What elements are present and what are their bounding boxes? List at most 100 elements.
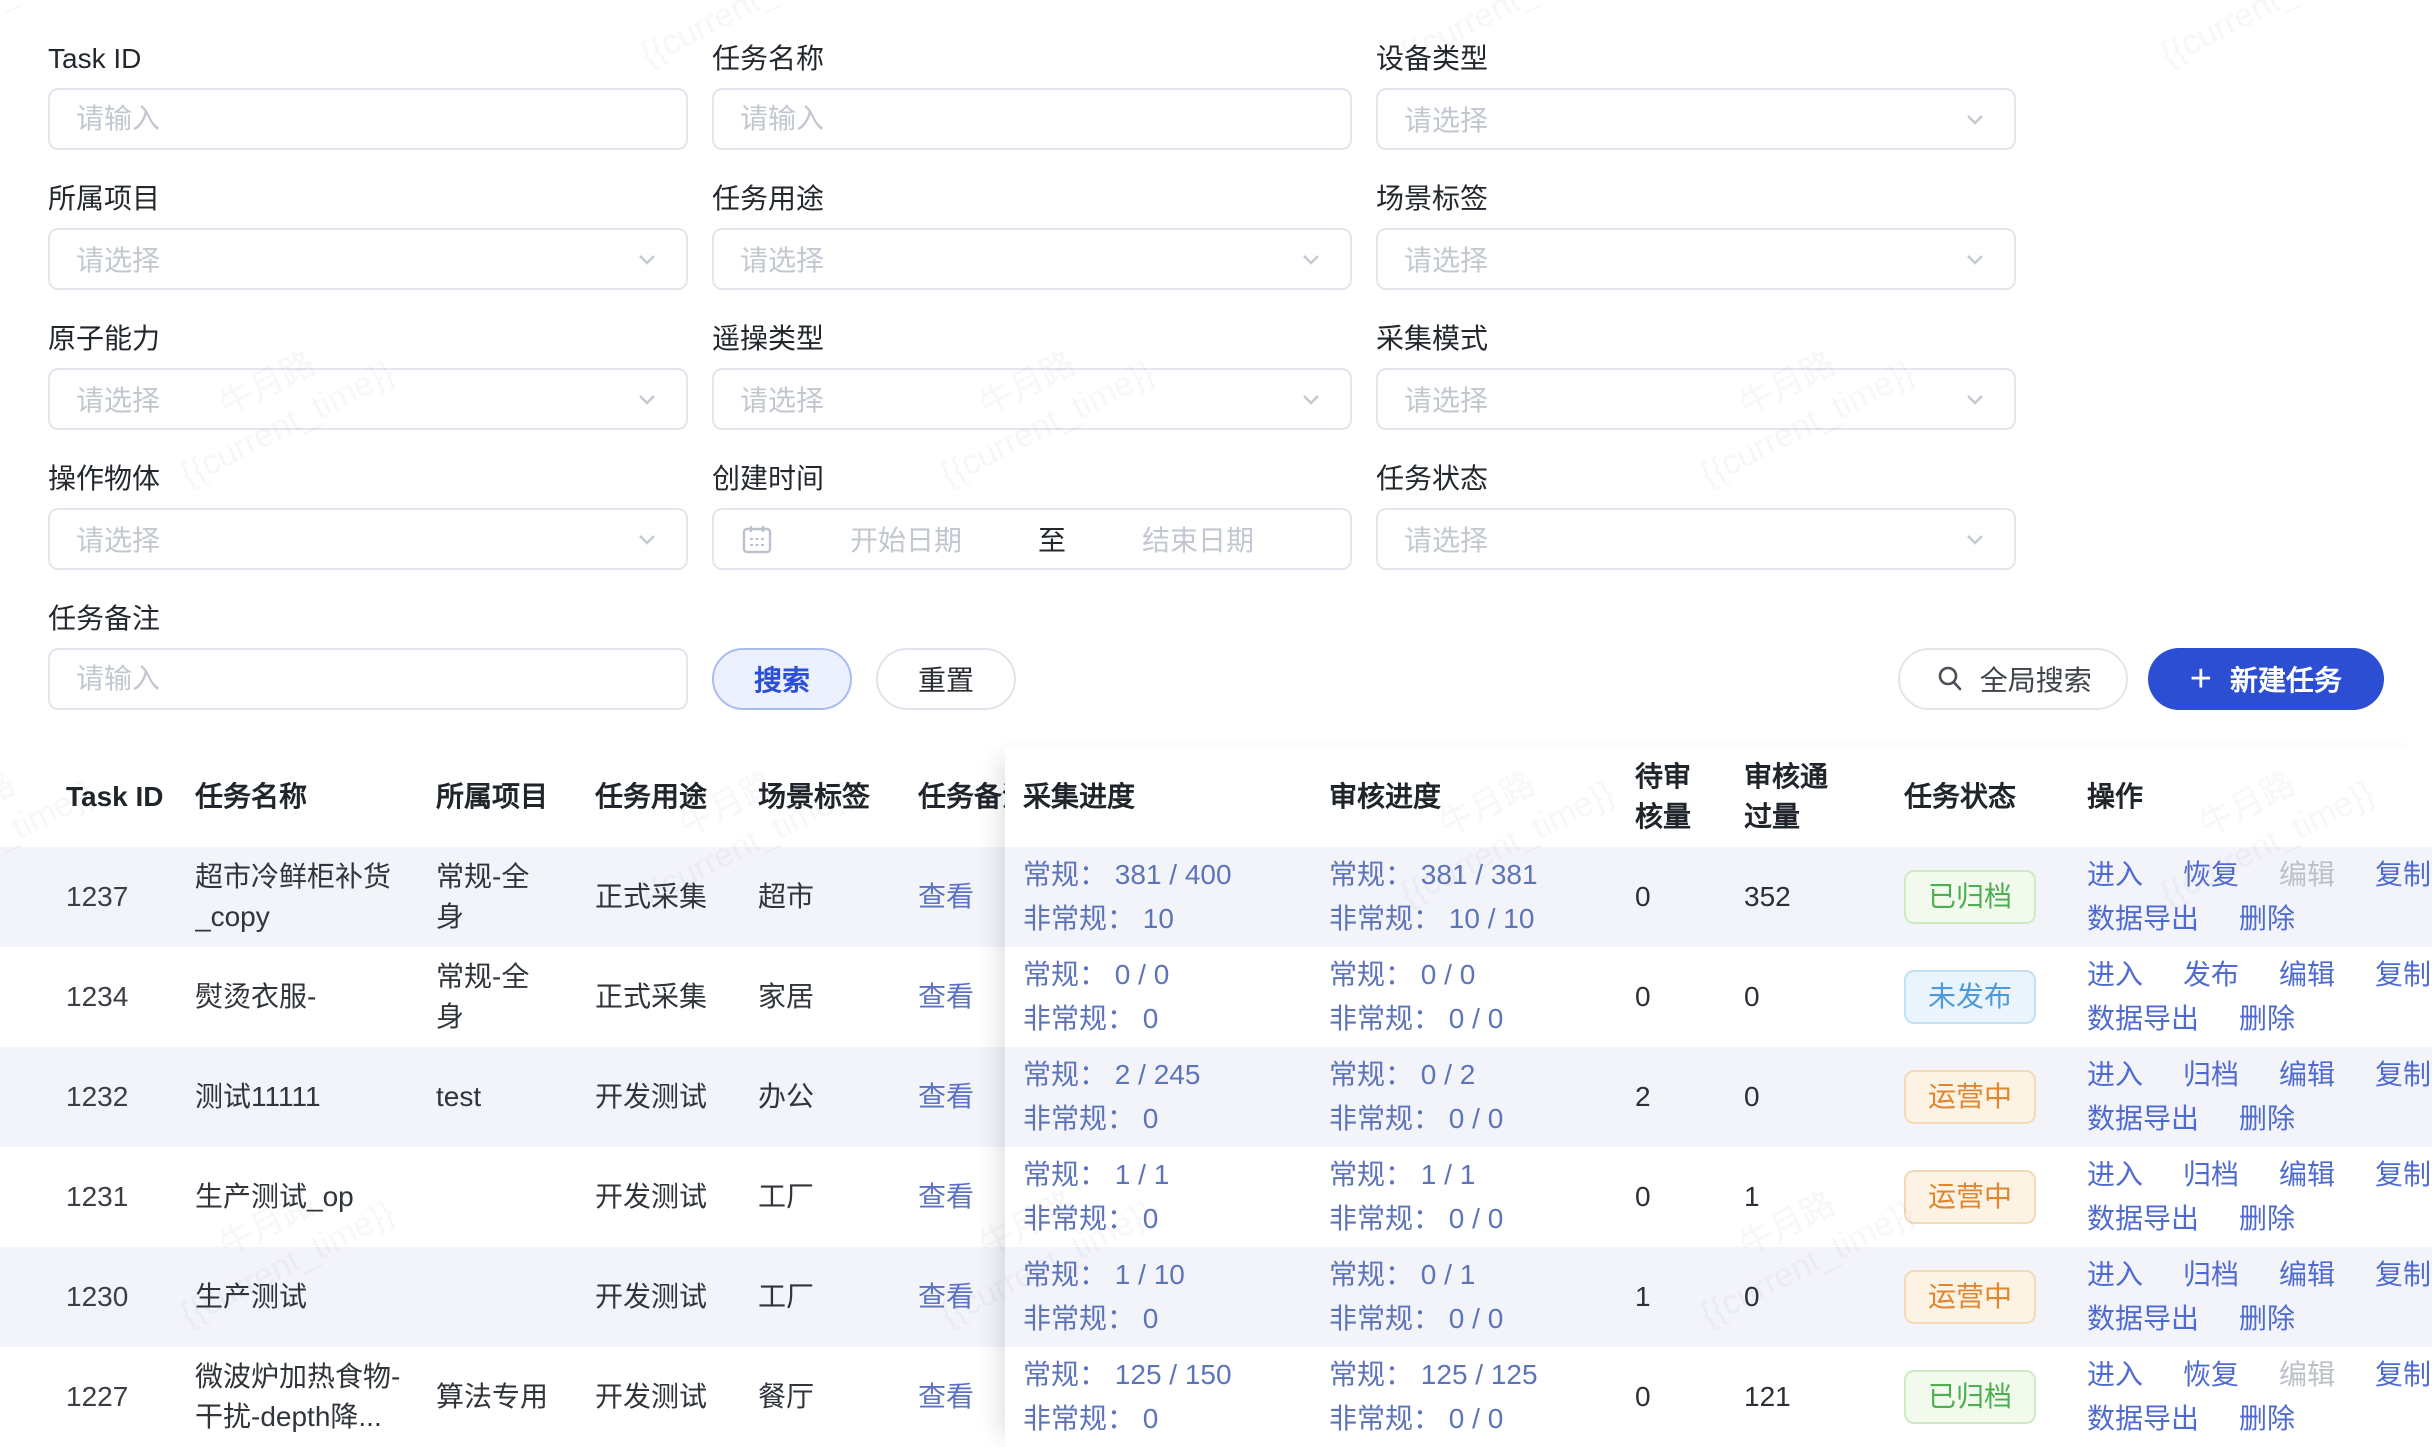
remark-view-link[interactable]: 查看 xyxy=(918,881,974,912)
filter-scene-tag-label: 场景标签 xyxy=(1376,182,2016,216)
op-link[interactable]: 复制 xyxy=(2375,1153,2431,1197)
op-link[interactable]: 编辑 xyxy=(2279,953,2335,997)
header-collect-progress: 采集进度 xyxy=(1023,777,1329,817)
op-link[interactable]: 进入 xyxy=(2087,1353,2143,1397)
remark-view-link[interactable]: 查看 xyxy=(918,981,974,1012)
calendar-icon xyxy=(740,522,774,556)
cell-task-name: 微波炉加热食物-干扰-depth降... xyxy=(195,1357,436,1437)
cell-approved-count: 0 xyxy=(1744,977,1904,1017)
op-link[interactable]: 数据导出 xyxy=(2087,1297,2199,1341)
filter-input-box[interactable] xyxy=(712,88,1352,150)
op-link[interactable]: 编辑 xyxy=(2279,1153,2335,1197)
global-search-button[interactable]: 全局搜索 xyxy=(1898,648,2128,710)
search-button[interactable]: 搜索 xyxy=(712,648,852,710)
op-link[interactable]: 数据导出 xyxy=(2087,1197,2199,1241)
header-task-name: 任务名称 xyxy=(195,777,436,817)
cell-purpose: 开发测试 xyxy=(595,1377,758,1417)
op-link[interactable]: 复制 xyxy=(2375,853,2431,897)
op-link[interactable]: 删除 xyxy=(2239,1097,2295,1141)
op-link[interactable]: 进入 xyxy=(2087,853,2143,897)
remark-view-link[interactable]: 查看 xyxy=(918,1381,974,1412)
op-link[interactable]: 删除 xyxy=(2239,1297,2295,1341)
remark-view-link[interactable]: 查看 xyxy=(918,1081,974,1112)
cell-task-id: 1227 xyxy=(66,1377,195,1417)
filter-collect-mode-select[interactable]: 请选择 xyxy=(1376,368,2016,430)
op-link[interactable]: 数据导出 xyxy=(2087,1397,2199,1441)
cell-operations: 进入归档编辑复制 数据导出删除 xyxy=(2087,1053,2432,1141)
filter-scene-tag-select[interactable]: 请选择 xyxy=(1376,228,2016,290)
filter-task-purpose-select[interactable]: 请选择 xyxy=(712,228,1352,290)
filter-task-id-input[interactable] xyxy=(76,103,660,135)
reset-button[interactable]: 重置 xyxy=(876,648,1016,710)
op-link[interactable]: 删除 xyxy=(2239,997,2295,1041)
op-link[interactable]: 删除 xyxy=(2239,1397,2295,1441)
table-row-fixed: 常规： 0 / 0 非常规： 0 常规： 0 / 0 非常规： 0 / 0 0 … xyxy=(1005,947,2432,1047)
op-link[interactable]: 归档 xyxy=(2183,1253,2239,1297)
filter-create-time-label: 创建时间 xyxy=(712,462,1352,496)
op-link[interactable]: 删除 xyxy=(2239,1197,2295,1241)
filter-teleop-type-select[interactable]: 请选择 xyxy=(712,368,1352,430)
cell-pending-count: 0 xyxy=(1635,977,1744,1017)
header-approved-count: 审核通过量 xyxy=(1744,757,1904,837)
chevron-down-icon xyxy=(634,246,660,272)
op-link[interactable]: 发布 xyxy=(2183,953,2239,997)
cell-scene-tag: 办公 xyxy=(758,1077,918,1117)
remark-filter-slot: 任务备注 xyxy=(48,602,688,710)
op-link[interactable]: 复制 xyxy=(2375,953,2431,997)
filter-field: 所属项目 请选择 xyxy=(48,182,688,290)
filter-atomic-ability-select[interactable]: 请选择 xyxy=(48,368,688,430)
op-link[interactable]: 删除 xyxy=(2239,897,2295,941)
cell-review-progress: 常规： 0 / 0 非常规： 0 / 0 xyxy=(1329,953,1635,1041)
cell-task-id: 1232 xyxy=(66,1077,195,1117)
filter-object-select[interactable]: 请选择 xyxy=(48,508,688,570)
global-search-label: 全局搜索 xyxy=(1980,659,2092,699)
select-placeholder: 请选择 xyxy=(740,379,824,419)
cell-approved-count: 0 xyxy=(1744,1077,1904,1117)
end-date-placeholder[interactable]: 结束日期 xyxy=(1072,519,1324,559)
filter-task-name-label: 任务名称 xyxy=(712,42,1352,76)
op-link[interactable]: 进入 xyxy=(2087,1053,2143,1097)
cell-purpose: 开发测试 xyxy=(595,1277,758,1317)
op-link[interactable]: 复制 xyxy=(2375,1053,2431,1097)
op-link[interactable]: 恢复 xyxy=(2183,853,2239,897)
filter-daterange[interactable]: 开始日期 至 结束日期 xyxy=(712,508,1352,570)
op-link[interactable]: 数据导出 xyxy=(2087,897,2199,941)
filter-task-name-input[interactable] xyxy=(740,103,1324,135)
header-purpose: 任务用途 xyxy=(595,777,758,817)
op-link[interactable]: 编辑 xyxy=(2279,1053,2335,1097)
header-operations: 操作 xyxy=(2087,777,2432,817)
select-placeholder: 请选择 xyxy=(76,379,160,419)
op-link[interactable]: 复制 xyxy=(2375,1353,2431,1397)
plus-icon: + xyxy=(2190,660,2212,698)
cell-project: 常规-全身 xyxy=(436,857,595,937)
filter-input-box[interactable] xyxy=(48,648,688,710)
op-link[interactable]: 归档 xyxy=(2183,1153,2239,1197)
cell-project: 常规-全身 xyxy=(436,957,595,1037)
remark-view-link[interactable]: 查看 xyxy=(918,1281,974,1312)
table-fixed-columns: 采集进度 审核进度 待审核量 审核通过量 任务状态 操作 常规： 381 / 4… xyxy=(1005,747,2432,1447)
op-link[interactable]: 复制 xyxy=(2375,1253,2431,1297)
op-link[interactable]: 进入 xyxy=(2087,1253,2143,1297)
op-link[interactable]: 进入 xyxy=(2087,953,2143,997)
filter-field: 原子能力 请选择 xyxy=(48,322,688,430)
op-link[interactable]: 编辑 xyxy=(2279,1253,2335,1297)
op-link[interactable]: 恢复 xyxy=(2183,1353,2239,1397)
new-task-button[interactable]: + 新建任务 xyxy=(2148,648,2384,710)
cell-approved-count: 121 xyxy=(1744,1377,1904,1417)
op-link[interactable]: 归档 xyxy=(2183,1053,2239,1097)
cell-scene-tag: 工厂 xyxy=(758,1177,918,1217)
op-link[interactable]: 数据导出 xyxy=(2087,997,2199,1041)
op-link[interactable]: 进入 xyxy=(2087,1153,2143,1197)
search-icon xyxy=(1934,663,1966,695)
filter-task-remark-input[interactable] xyxy=(76,663,660,695)
filter-task-status-select[interactable]: 请选择 xyxy=(1376,508,2016,570)
chevron-down-icon xyxy=(1962,106,1988,132)
filter-project-select[interactable]: 请选择 xyxy=(48,228,688,290)
remark-view-link[interactable]: 查看 xyxy=(918,1181,974,1212)
filter-input-box[interactable] xyxy=(48,88,688,150)
op-disabled-link: 编辑 xyxy=(2279,1353,2335,1397)
filter-device-type-select[interactable]: 请选择 xyxy=(1376,88,2016,150)
cell-scene-tag: 餐厅 xyxy=(758,1377,918,1417)
op-link[interactable]: 数据导出 xyxy=(2087,1097,2199,1141)
start-date-placeholder[interactable]: 开始日期 xyxy=(780,519,1032,559)
